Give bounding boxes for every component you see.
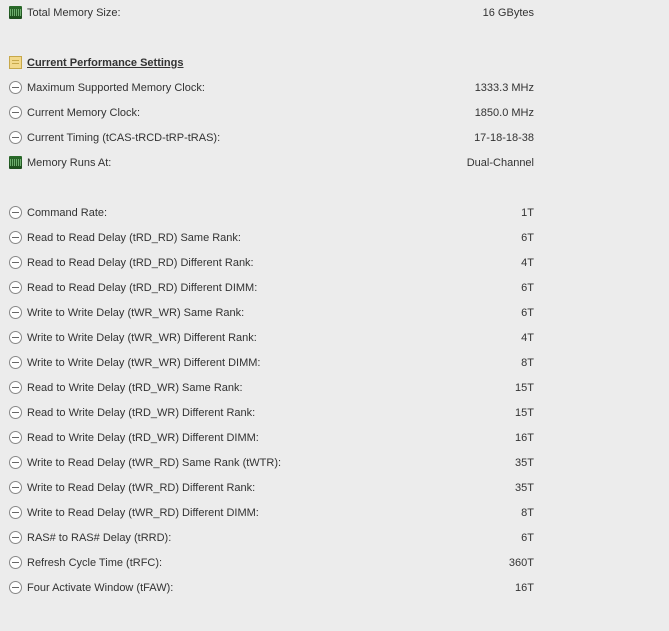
section-title: Current Performance Settings	[27, 57, 183, 69]
circle-minus-icon	[9, 81, 22, 94]
circle-minus-icon	[9, 356, 22, 369]
value: 16T	[495, 432, 669, 444]
ram-icon	[9, 156, 22, 169]
row-twr-rd-diff-rank: Write to Read Delay (tWR_RD) Different R…	[0, 475, 669, 500]
circle-minus-icon	[9, 131, 22, 144]
ram-icon	[9, 6, 22, 19]
row-trrd: RAS# to RAS# Delay (tRRD): 6T	[0, 525, 669, 550]
row-trd-rd-diff-dimm: Read to Read Delay (tRD_RD) Different DI…	[0, 275, 669, 300]
value: 6T	[501, 232, 669, 244]
value: 35T	[495, 457, 669, 469]
value: 1T	[501, 207, 669, 219]
value: 4T	[501, 257, 669, 269]
row-twr-wr-diff-rank: Write to Write Delay (tWR_WR) Different …	[0, 325, 669, 350]
total-memory-value: 16 GBytes	[463, 7, 669, 19]
value: 35T	[495, 482, 669, 494]
value: 6T	[501, 307, 669, 319]
row-twr-rd-diff-dimm: Write to Read Delay (tWR_RD) Different D…	[0, 500, 669, 525]
circle-minus-icon	[9, 431, 22, 444]
circle-minus-icon	[9, 381, 22, 394]
label: Current Timing (tCAS-tRCD-tRP-tRAS):	[27, 132, 220, 144]
label: Write to Read Delay (tWR_RD) Different D…	[27, 507, 259, 519]
circle-minus-icon	[9, 531, 22, 544]
label: Refresh Cycle Time (tRFC):	[27, 557, 162, 569]
spacer	[0, 175, 669, 200]
circle-minus-icon	[9, 556, 22, 569]
section-icon	[9, 56, 22, 69]
label: Command Rate:	[27, 207, 107, 219]
label: Read to Read Delay (tRD_RD) Different DI…	[27, 282, 257, 294]
total-memory-label: Total Memory Size:	[27, 7, 121, 19]
row-memory-runs-at: Memory Runs At: Dual-Channel	[0, 150, 669, 175]
memory-info-panel: Total Memory Size: 16 GBytes Current Per…	[0, 0, 669, 600]
value: 360T	[489, 557, 669, 569]
row-max-supported-clock: Maximum Supported Memory Clock: 1333.3 M…	[0, 75, 669, 100]
row-trd-rd-diff-rank: Read to Read Delay (tRD_RD) Different Ra…	[0, 250, 669, 275]
circle-minus-icon	[9, 406, 22, 419]
row-twr-wr-diff-dimm: Write to Write Delay (tWR_WR) Different …	[0, 350, 669, 375]
row-trd-wr-same: Read to Write Delay (tRD_WR) Same Rank: …	[0, 375, 669, 400]
value: 8T	[501, 507, 669, 519]
label: Current Memory Clock:	[27, 107, 140, 119]
row-current-memory-clock: Current Memory Clock: 1850.0 MHz	[0, 100, 669, 125]
circle-minus-icon	[9, 581, 22, 594]
label: Read to Read Delay (tRD_RD) Same Rank:	[27, 232, 241, 244]
row-current-timing: Current Timing (tCAS-tRCD-tRP-tRAS): 17-…	[0, 125, 669, 150]
value: 8T	[501, 357, 669, 369]
circle-minus-icon	[9, 206, 22, 219]
spacer	[0, 25, 669, 50]
value: 15T	[495, 407, 669, 419]
label: Write to Write Delay (tWR_WR) Different …	[27, 357, 260, 369]
row-tfaw: Four Activate Window (tFAW): 16T	[0, 575, 669, 600]
label: Read to Write Delay (tRD_WR) Same Rank:	[27, 382, 243, 394]
value: 4T	[501, 332, 669, 344]
label: Write to Write Delay (tWR_WR) Same Rank:	[27, 307, 244, 319]
row-trfc: Refresh Cycle Time (tRFC): 360T	[0, 550, 669, 575]
section-header: Current Performance Settings	[0, 50, 669, 75]
label: Write to Write Delay (tWR_WR) Different …	[27, 332, 257, 344]
row-total-memory: Total Memory Size: 16 GBytes	[0, 0, 669, 25]
value: 1850.0 MHz	[455, 107, 669, 119]
label: Read to Write Delay (tRD_WR) Different R…	[27, 407, 255, 419]
label: Maximum Supported Memory Clock:	[27, 82, 205, 94]
row-trd-rd-same: Read to Read Delay (tRD_RD) Same Rank: 6…	[0, 225, 669, 250]
row-twr-wr-same: Write to Write Delay (tWR_WR) Same Rank:…	[0, 300, 669, 325]
circle-minus-icon	[9, 231, 22, 244]
row-command-rate: Command Rate: 1T	[0, 200, 669, 225]
circle-minus-icon	[9, 506, 22, 519]
row-twr-rd-same: Write to Read Delay (tWR_RD) Same Rank (…	[0, 450, 669, 475]
value: 1333.3 MHz	[455, 82, 669, 94]
label: Read to Read Delay (tRD_RD) Different Ra…	[27, 257, 254, 269]
circle-minus-icon	[9, 256, 22, 269]
value: 6T	[501, 282, 669, 294]
label: Read to Write Delay (tRD_WR) Different D…	[27, 432, 259, 444]
circle-minus-icon	[9, 481, 22, 494]
value: 16T	[495, 582, 669, 594]
row-trd-wr-diff-rank: Read to Write Delay (tRD_WR) Different R…	[0, 400, 669, 425]
value: 15T	[495, 382, 669, 394]
circle-minus-icon	[9, 106, 22, 119]
label: RAS# to RAS# Delay (tRRD):	[27, 532, 171, 544]
circle-minus-icon	[9, 306, 22, 319]
circle-minus-icon	[9, 281, 22, 294]
label: Write to Read Delay (tWR_RD) Different R…	[27, 482, 255, 494]
circle-minus-icon	[9, 456, 22, 469]
value: 6T	[501, 532, 669, 544]
label: Memory Runs At:	[27, 157, 111, 169]
value: Dual-Channel	[447, 157, 669, 169]
circle-minus-icon	[9, 331, 22, 344]
label: Write to Read Delay (tWR_RD) Same Rank (…	[27, 457, 281, 469]
row-trd-wr-diff-dimm: Read to Write Delay (tRD_WR) Different D…	[0, 425, 669, 450]
label: Four Activate Window (tFAW):	[27, 582, 173, 594]
value: 17-18-18-38	[454, 132, 669, 144]
